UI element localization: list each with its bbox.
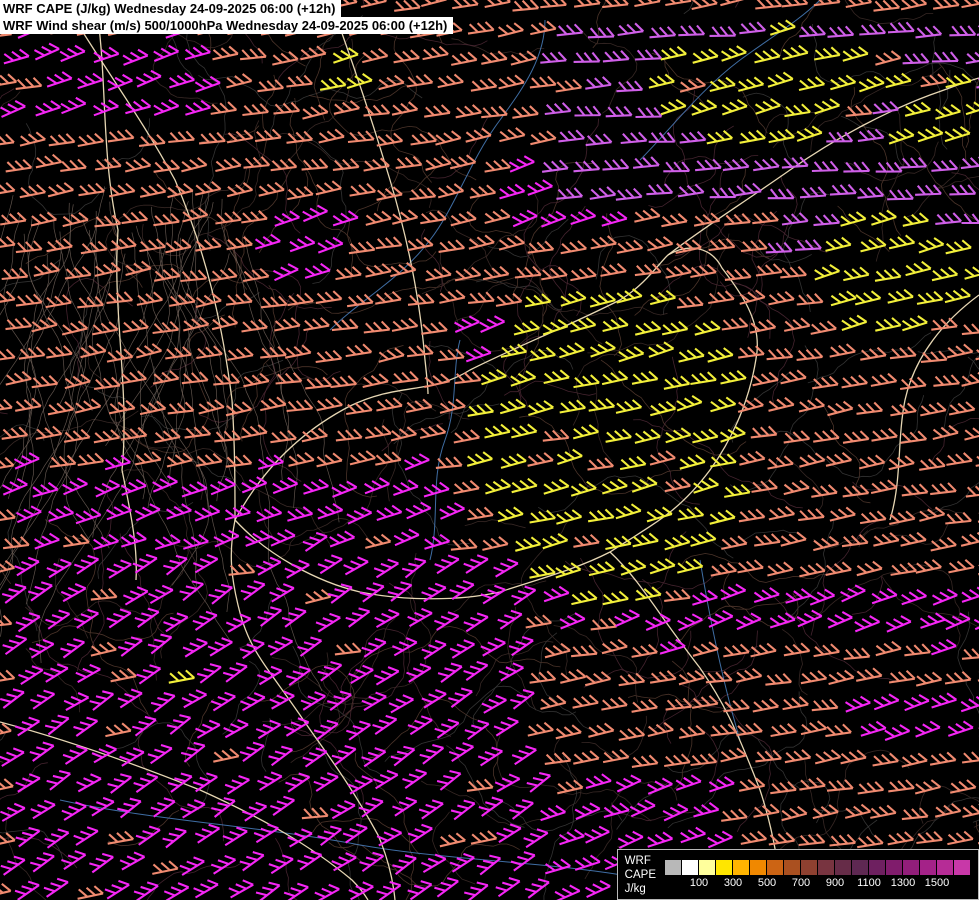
legend-title: WRF CAPE J/kg: [625, 854, 656, 896]
legend-swatch: [818, 860, 835, 875]
legend-tick-label: 1500: [924, 877, 950, 889]
legend-tick-label: 1300: [890, 877, 916, 889]
legend-tick-row: 100 300 500 700 900 1100 1300 1500: [665, 877, 971, 890]
legend-swatch: [716, 860, 733, 875]
weather-map-stage: WRF CAPE (J/kg) Wednesday 24-09-2025 06:…: [0, 0, 979, 900]
legend-title-unit: J/kg: [624, 883, 646, 895]
legend-tick-label: 1100: [857, 877, 881, 889]
legend-swatch: [920, 860, 937, 875]
legend-swatch: [699, 860, 716, 875]
legend-tick-label: 100: [689, 877, 709, 889]
legend-tick-label: 300: [723, 877, 743, 889]
legend-swatch: [954, 860, 971, 875]
legend-swatch: [852, 860, 869, 875]
legend-tick-label: 700: [791, 877, 811, 889]
legend-swatch: [869, 860, 886, 875]
legend-swatch: [886, 860, 903, 875]
legend-swatch: [733, 860, 750, 875]
legend-swatch: [784, 860, 801, 875]
legend-color-scale: 100 300 500 700 900 1100 1300 1500: [665, 860, 971, 890]
legend-swatch: [665, 860, 682, 875]
cape-legend: WRF CAPE J/kg 100 300 500 700 900 1100 1300 150…: [616, 849, 979, 900]
legend-swatch-row: [665, 860, 971, 875]
legend-swatch: [767, 860, 784, 875]
legend-swatch: [750, 860, 767, 875]
legend-tick-label: 500: [757, 877, 777, 889]
map-title-wind-shear: WRF Wind shear (m/s) 500/1000hPa Wednesd…: [0, 17, 454, 34]
title-bar: WRF CAPE (J/kg) Wednesday 24-09-2025 06:…: [0, 0, 454, 34]
legend-swatch: [682, 860, 699, 875]
legend-swatch: [937, 860, 954, 875]
map-title-cape: WRF CAPE (J/kg) Wednesday 24-09-2025 06:…: [0, 0, 342, 17]
legend-swatch: [835, 860, 852, 875]
wind-barb-map-canvas: [0, 0, 979, 900]
legend-title-model: WRF: [624, 855, 651, 867]
legend-swatch: [903, 860, 920, 875]
legend-tick-label: 900: [825, 877, 845, 889]
legend-swatch: [801, 860, 818, 875]
legend-title-variable: CAPE: [624, 869, 656, 881]
